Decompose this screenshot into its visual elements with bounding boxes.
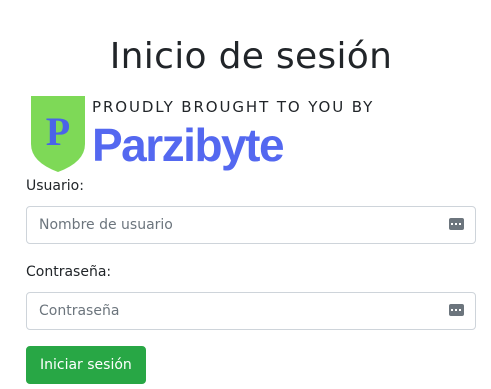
brand-name: Parzibyte [92,119,285,171]
brand-banner: P PROUDLY BROUGHT TO YOU BY Parzibyte [30,96,372,172]
password-field-wrapper [26,292,476,330]
login-button[interactable]: Iniciar sesión [26,346,146,384]
username-label: Usuario: [26,178,84,194]
logo-letter: P [46,109,70,154]
page-title: Inicio de sesión [109,36,393,77]
password-input[interactable] [27,293,475,329]
username-field-wrapper [26,206,476,244]
parzibyte-logo: P [31,96,85,172]
password-manager-icon[interactable] [449,304,464,316]
login-page: Inicio de sesión P PROUDLY BROUGHT TO YO… [0,0,491,389]
username-input[interactable] [27,207,475,243]
brand-tagline: PROUDLY BROUGHT TO YOU BY [92,98,375,116]
password-label: Contraseña: [26,264,112,280]
password-manager-icon[interactable] [449,218,464,230]
